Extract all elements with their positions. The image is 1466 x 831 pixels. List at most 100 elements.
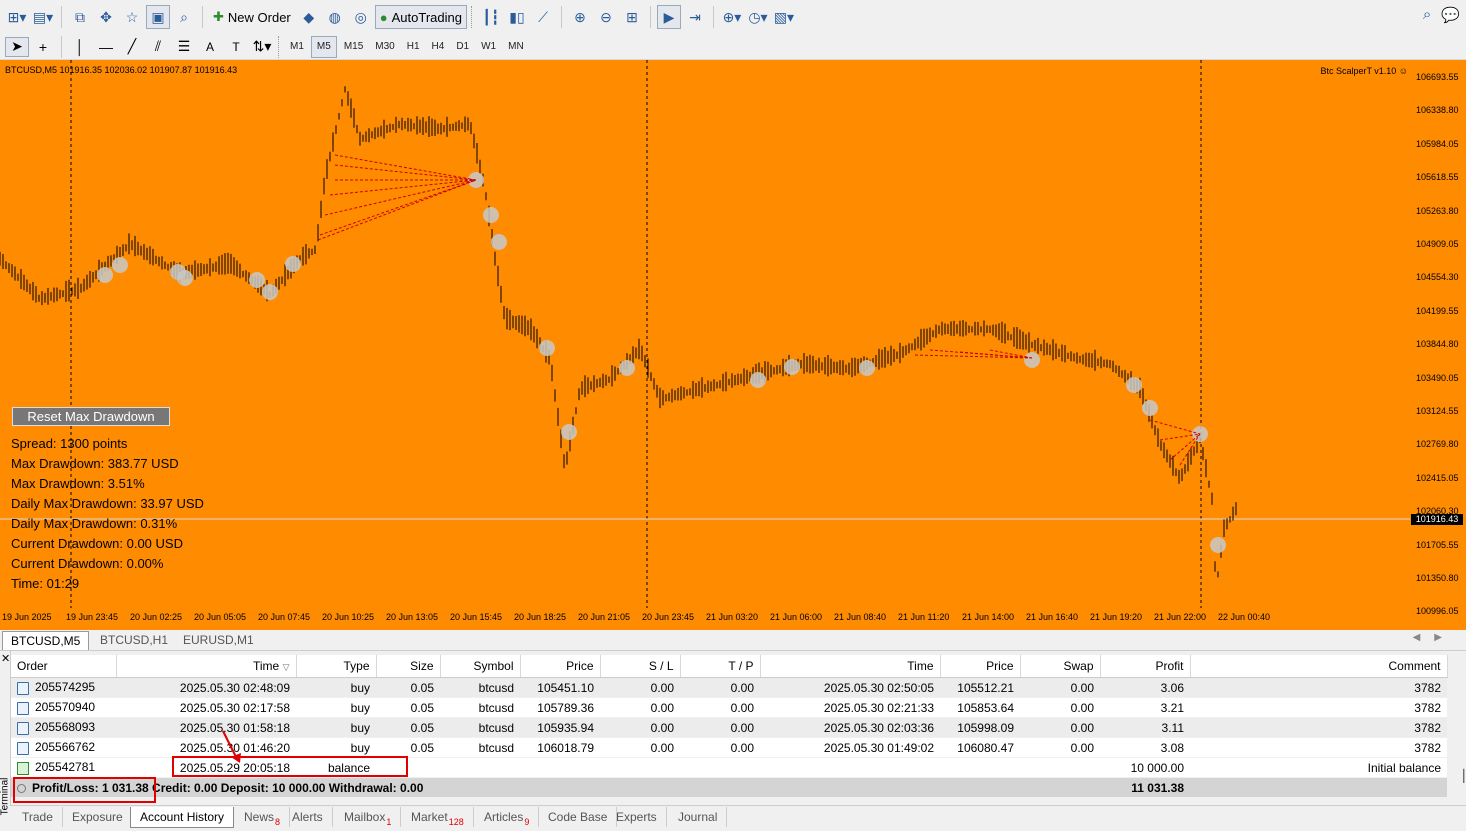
- text-label-icon[interactable]: T: [224, 35, 248, 59]
- metaeditor-icon[interactable]: ◆: [297, 5, 321, 29]
- tile-windows-icon[interactable]: ⊞: [620, 5, 644, 29]
- indicators-icon[interactable]: ⊕▾: [720, 5, 744, 29]
- chart-tab-eurusd-m1[interactable]: EURUSD,M1: [175, 631, 262, 649]
- vertical-line-icon[interactable]: │: [68, 35, 92, 59]
- close-icon[interactable]: ✕: [1, 652, 10, 665]
- price-tick-label: 104199.55: [1416, 305, 1459, 316]
- terminal-tab-journal[interactable]: Journal: [669, 807, 728, 827]
- navigator-icon[interactable]: ☆: [120, 5, 144, 29]
- periods-icon[interactable]: ◷▾: [746, 5, 770, 29]
- chart-shift-icon[interactable]: ⇥: [683, 5, 707, 29]
- timeframe-m30[interactable]: M30: [370, 37, 399, 57]
- fibonacci-icon[interactable]: ☰: [172, 35, 196, 59]
- col-header-close-time[interactable]: Time: [760, 655, 941, 678]
- timeframe-h1[interactable]: H1: [402, 37, 425, 57]
- drawdown-info-line: Spread: 1300 points: [11, 436, 128, 451]
- terminal-tab-articles[interactable]: Articles 9: [475, 807, 540, 827]
- price-axis: 106693.55 106338.80 105984.05 105618.55 1052…: [1410, 60, 1466, 630]
- col-header-time[interactable]: Time ▽: [116, 655, 297, 678]
- terminal-tab-news[interactable]: News 8: [235, 807, 291, 827]
- trade-doc-icon: [17, 681, 29, 695]
- terminal-tab-alerts[interactable]: Alerts: [283, 807, 333, 827]
- arrows-icon[interactable]: ⇅▾: [250, 35, 274, 59]
- line-chart-icon[interactable]: ⟋: [531, 5, 555, 29]
- timeframe-m5[interactable]: M5: [310, 35, 337, 58]
- auto-scroll-icon[interactable]: ▶: [656, 5, 681, 29]
- terminal-tab-mailbox[interactable]: Mailbox 1: [335, 807, 402, 827]
- col-header-sl[interactable]: S / L: [600, 655, 681, 678]
- table-scrollbar[interactable]: ▕: [1455, 769, 1464, 793]
- zoom-out-icon[interactable]: ⊖: [594, 5, 618, 29]
- profiles-icon[interactable]: ▤▾: [31, 5, 55, 29]
- terminal-toggle-icon[interactable]: ▣: [146, 5, 170, 29]
- reset-max-drawdown-button[interactable]: Reset Max Drawdown: [12, 407, 170, 426]
- col-header-close-price[interactable]: Price: [940, 655, 1021, 678]
- timeframe-mn[interactable]: MN: [503, 37, 529, 57]
- close-time-cell: 2025.05.30 02:21:33: [760, 697, 940, 718]
- table-row[interactable]: 205570940 2025.05.30 02:17:58 buy 0.05 b…: [11, 697, 1447, 718]
- crosshair-icon[interactable]: +: [31, 35, 55, 59]
- terminal-tab-account-history[interactable]: Account History: [130, 807, 235, 828]
- vps-icon[interactable]: ◎: [349, 5, 373, 29]
- table-row[interactable]: 205574295 2025.05.30 02:48:09 buy 0.05 b…: [11, 677, 1447, 698]
- col-header-swap[interactable]: Swap: [1020, 655, 1101, 678]
- price-chart[interactable]: BTCUSD,M5 101916.35 102036.02 101907.87 …: [0, 60, 1466, 630]
- symbol-cell: btcusd: [440, 737, 520, 758]
- new-chart-icon[interactable]: ⊞▾: [5, 5, 29, 29]
- timeframe-d1[interactable]: D1: [451, 37, 474, 57]
- order-number: 205566762: [35, 740, 96, 755]
- price-cell: 105789.36: [520, 697, 600, 718]
- trade-marker: [1142, 400, 1158, 416]
- search-icon[interactable]: ⌕: [1423, 6, 1431, 24]
- col-header-symbol[interactable]: Symbol: [440, 655, 521, 678]
- terminal-tab-trade[interactable]: Trade: [13, 807, 63, 827]
- chart-tab-btcusd-h1[interactable]: BTCUSD,H1: [92, 631, 176, 649]
- terminal-tab-experts[interactable]: Experts: [607, 807, 667, 827]
- comment-cell: 3782: [1190, 677, 1447, 698]
- col-header-type[interactable]: Type: [296, 655, 377, 678]
- timeframe-w1[interactable]: W1: [476, 37, 501, 57]
- summary-total-cell: 11 031.38: [1100, 777, 1190, 798]
- chart-tabs: BTCUSD,M5 BTCUSD,H1 EURUSD,M1 ◀▶: [0, 630, 1466, 651]
- toolbar-separator: [202, 6, 203, 28]
- col-header-tp[interactable]: T / P: [680, 655, 761, 678]
- candlestick-icon[interactable]: ▮▯: [505, 5, 529, 29]
- timeframe-m15[interactable]: M15: [339, 37, 368, 57]
- autotrading-button[interactable]: ● AutoTrading: [374, 5, 467, 29]
- type-cell: buy: [296, 717, 376, 738]
- bar-chart-icon[interactable]: ┃┇: [479, 5, 503, 29]
- autotrading-icon: ●: [379, 9, 388, 25]
- col-header-comment[interactable]: Comment: [1190, 655, 1448, 678]
- drawdown-info-line: Current Drawdown: 0.00 USD: [11, 536, 183, 551]
- text-icon[interactable]: A: [198, 35, 222, 59]
- size-cell: 0.05: [376, 737, 440, 758]
- equidistant-channel-icon[interactable]: ⫽: [146, 35, 170, 59]
- chart-tab-scroll-arrows[interactable]: ◀▶: [1413, 632, 1456, 643]
- trendline-icon[interactable]: ╱: [120, 35, 144, 59]
- zoom-in-icon[interactable]: ⊕: [568, 5, 592, 29]
- timeframe-m1[interactable]: M1: [285, 37, 309, 57]
- market-watch-icon[interactable]: ⧉: [68, 5, 92, 29]
- terminal-tab-exposure[interactable]: Exposure: [63, 807, 133, 827]
- col-header-profit[interactable]: Profit: [1100, 655, 1191, 678]
- data-window-icon[interactable]: ✥: [94, 5, 118, 29]
- col-header-price[interactable]: Price: [520, 655, 601, 678]
- strategy-tester-icon[interactable]: ⌕: [172, 5, 196, 29]
- chat-icon[interactable]: 💬: [1441, 6, 1460, 24]
- signals-icon[interactable]: ◍: [323, 5, 347, 29]
- horizontal-line-icon[interactable]: —: [94, 35, 118, 59]
- new-order-button[interactable]: ✚ New Order: [209, 5, 295, 29]
- cursor-icon[interactable]: ➤: [5, 36, 29, 57]
- tab-badge: 1: [386, 817, 392, 827]
- terminal-tab-market[interactable]: Market 128: [402, 807, 474, 827]
- templates-icon[interactable]: ▧▾: [772, 5, 796, 29]
- timeframe-h4[interactable]: H4: [427, 37, 450, 57]
- trade-marker: [561, 424, 577, 440]
- price-tick-label: 103124.55: [1416, 406, 1459, 416]
- col-header-order[interactable]: Order: [11, 655, 117, 678]
- sl-cell: 0.00: [600, 737, 680, 758]
- trade-link-line: [324, 179, 477, 216]
- terminal-tab-code-base[interactable]: Code Base: [539, 807, 618, 827]
- col-header-size[interactable]: Size: [376, 655, 441, 678]
- chart-tab-btcusd-m5[interactable]: BTCUSD,M5: [2, 631, 90, 650]
